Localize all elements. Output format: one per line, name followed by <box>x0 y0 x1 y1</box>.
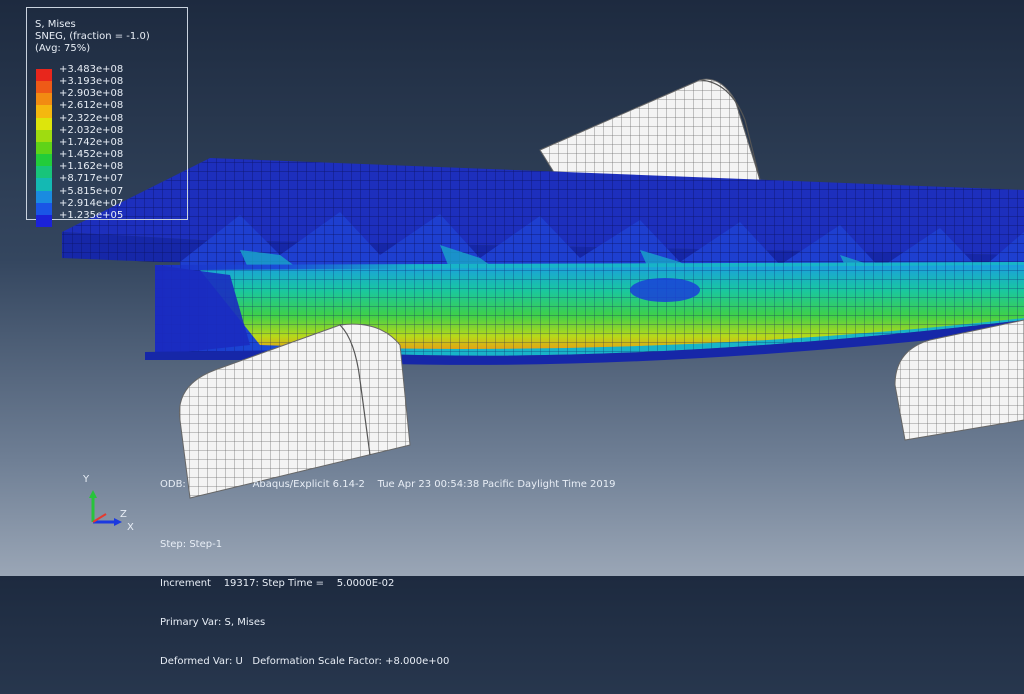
info-deformed-var: Deformed Var: U Deformation Scale Factor… <box>160 656 450 667</box>
info-step: Step: Step-1 <box>160 539 223 550</box>
x-axis-label: X <box>127 522 134 533</box>
legend-value: +3.483e+08 <box>59 64 124 75</box>
info-solver-date: Abaqus/Explicit 6.14-2 Tue Apr 23 00:54:… <box>252 479 616 490</box>
legend-value: +3.193e+08 <box>59 76 124 88</box>
legend-swatch <box>36 202 52 215</box>
legend-title: S, Mises <box>35 19 76 30</box>
legend-value: +5.815e+07 <box>59 185 124 197</box>
legend-swatch <box>36 214 52 228</box>
viewport-info-text: ODB: Abaqus/Explicit 6.14-2 Tue Apr 23 0… <box>160 478 616 667</box>
info-increment: Increment 19317: Step Time = 5.0000E-02 <box>160 578 395 589</box>
legend-swatch <box>36 117 52 130</box>
legend-swatch <box>36 105 52 118</box>
legend-value: +8.717e+07 <box>59 173 124 185</box>
z-axis-label: Z <box>120 509 127 520</box>
legend-value: +2.903e+08 <box>59 88 124 100</box>
legend-value: +1.235e+05 <box>59 209 124 221</box>
axis-triad: Y Z X <box>82 474 134 533</box>
legend-swatch <box>36 69 52 82</box>
legend-avg: (Avg: 75%) <box>35 43 91 54</box>
legend-value: +2.612e+08 <box>59 100 124 112</box>
legend-swatch <box>36 178 52 191</box>
y-axis-arrow-head <box>89 490 97 498</box>
legend-value: +1.452e+08 <box>59 149 124 161</box>
legend-value: +2.914e+07 <box>59 197 124 209</box>
legend-value: +2.322e+08 <box>59 112 124 124</box>
contour-legend: S, Mises SNEG, (fraction = -1.0) (Avg: 7… <box>26 7 188 228</box>
legend-value: +1.162e+08 <box>59 161 124 173</box>
legend-swatch <box>36 190 52 203</box>
legend-swatch <box>36 81 52 94</box>
y-axis-label: Y <box>82 474 90 485</box>
legend-value: +1.742e+08 <box>59 136 124 148</box>
info-odb-label: ODB: <box>160 479 186 490</box>
legend-swatch <box>36 129 52 142</box>
legend-swatch <box>36 166 52 179</box>
legend-swatch <box>36 93 52 106</box>
info-odb-line: ODB: Abaqus/Explicit 6.14-2 Tue Apr 23 0… <box>160 478 616 491</box>
legend-subtitle: SNEG, (fraction = -1.0) <box>35 31 150 42</box>
legend-color-bar <box>36 69 52 228</box>
legend-value: +2.032e+08 <box>59 124 124 136</box>
legend-values: +3.483e+08 +3.193e+08 +2.903e+08 +2.612e+08… <box>59 64 123 222</box>
info-primary-var: Primary Var: S, Mises <box>160 617 266 628</box>
legend-swatch <box>36 141 52 155</box>
legend-swatch <box>36 154 52 167</box>
